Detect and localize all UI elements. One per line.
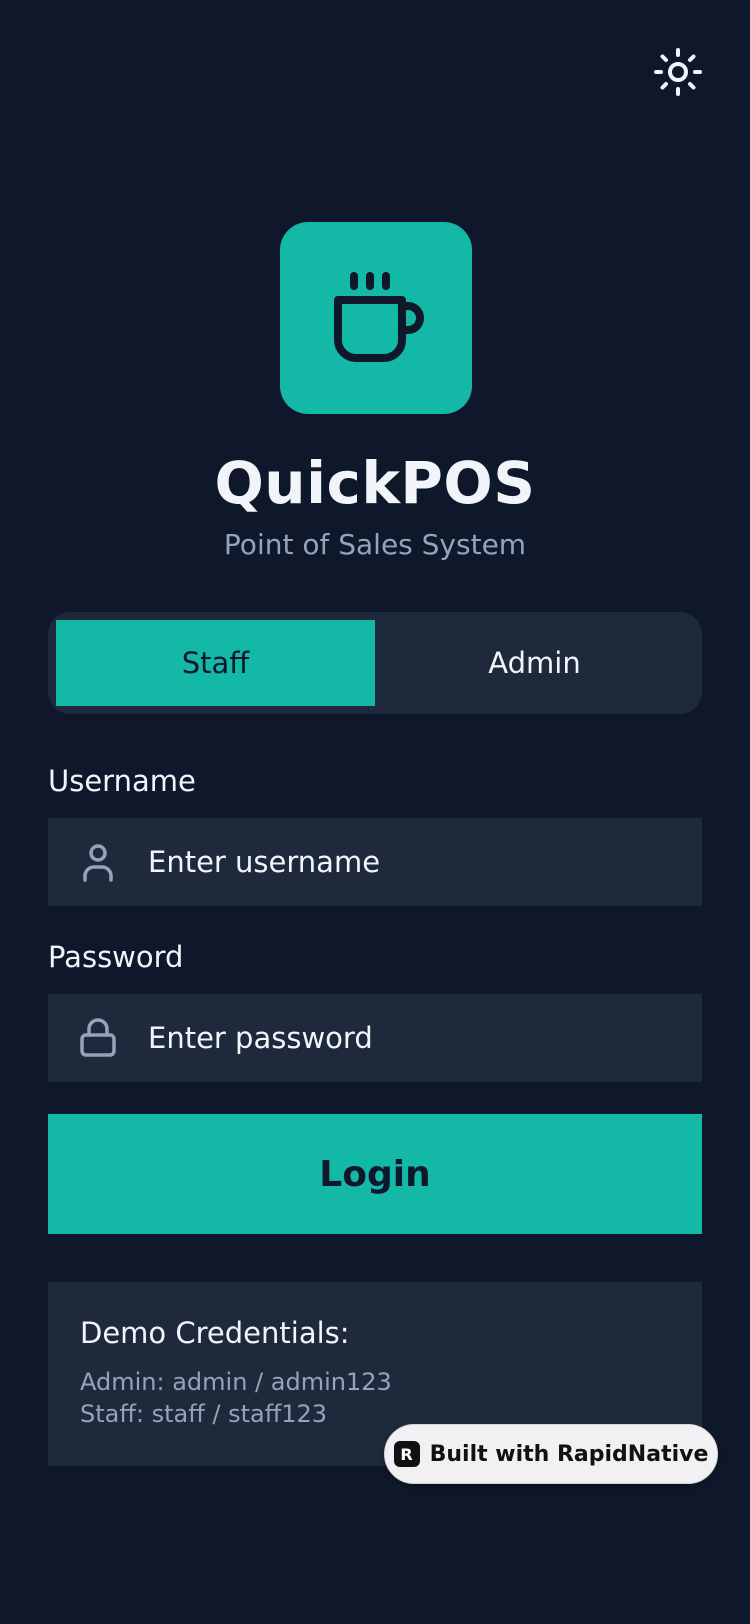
login-screen: QuickPOS Point of Sales System Staff Adm… [0, 0, 750, 1624]
app-logo [280, 222, 472, 414]
user-icon [48, 842, 148, 882]
sun-icon [654, 48, 702, 96]
username-input[interactable] [148, 818, 702, 906]
login-button[interactable]: Login [48, 1114, 702, 1234]
role-switch: Staff Admin [48, 612, 702, 714]
tab-admin[interactable]: Admin [375, 620, 694, 706]
rapidnative-logo-icon: R [393, 1441, 420, 1467]
tab-staff[interactable]: Staff [56, 620, 375, 706]
built-with-badge[interactable]: R Built with RapidNative [384, 1424, 718, 1484]
app-subtitle: Point of Sales System [223, 528, 527, 561]
password-field-container [48, 994, 702, 1082]
app-title: QuickPOS [214, 449, 536, 517]
lock-icon [48, 1018, 148, 1058]
demo-admin-credentials: Admin: admin / admin123 [80, 1368, 392, 1396]
username-label: Username [48, 764, 196, 798]
password-label: Password [48, 940, 184, 974]
theme-toggle-button[interactable] [650, 46, 706, 98]
demo-credentials-title: Demo Credentials: [80, 1316, 350, 1350]
username-field-container [48, 818, 702, 906]
password-input[interactable] [148, 994, 702, 1082]
badge-text: Built with RapidNative [429, 1441, 709, 1467]
coffee-cup-icon [334, 272, 424, 362]
